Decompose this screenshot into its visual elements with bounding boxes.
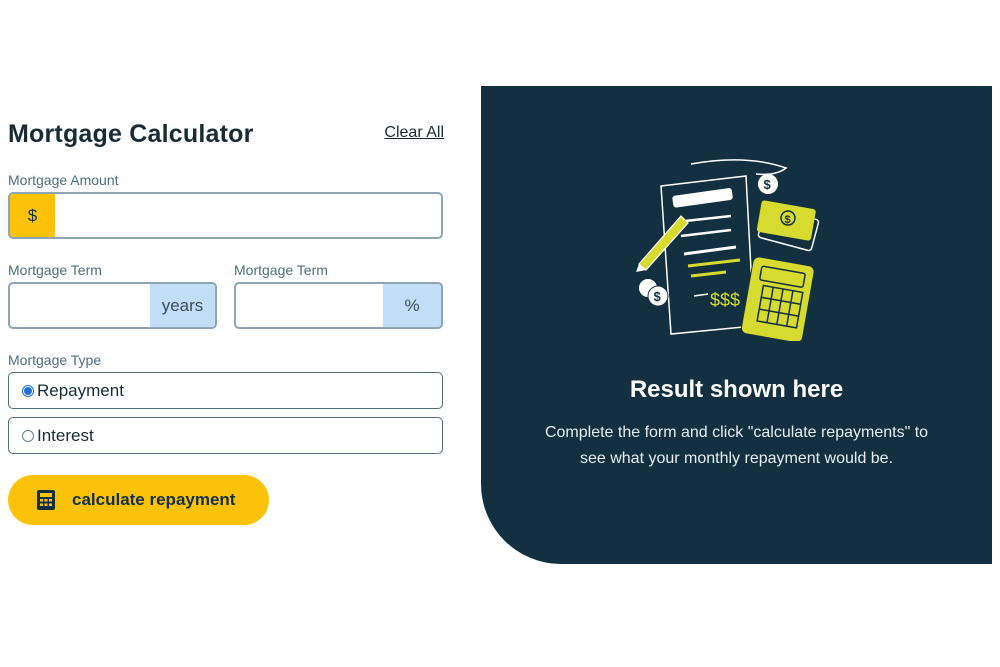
mortgage-form: Mortgage Calculator Clear All Mortgage A… (8, 86, 444, 564)
years-suffix: years (150, 284, 215, 327)
clear-all-link[interactable]: Clear All (384, 124, 444, 142)
calculate-repayment-label: calculate repayment (72, 490, 236, 509)
mortgage-amount-field: $ (8, 192, 443, 239)
radio-option-repayment[interactable]: Repayment (8, 372, 443, 409)
mortgage-term-label: Mortgage Term (8, 262, 102, 278)
currency-prefix: $ (10, 194, 55, 237)
illustration-dollars-text: $$$ (710, 290, 740, 310)
svg-text:$: $ (785, 214, 791, 226)
mortgage-amount-input[interactable] (55, 194, 441, 237)
interest-rate-field: % (234, 282, 443, 329)
calculator-icon (37, 490, 55, 510)
radio-button-interest[interactable] (22, 429, 34, 442)
mortgage-amount-label: Mortgage Amount (8, 172, 119, 188)
results-panel: $$$ $ $ $ Result shown here Complete the… (481, 86, 992, 564)
result-description: Complete the form and click "calculate r… (544, 424, 929, 467)
result-title: Result shown here (629, 376, 844, 403)
svg-text:$: $ (764, 177, 772, 192)
mortgage-type-label: Mortgage Type (8, 352, 102, 368)
radio-label-interest: Interest (37, 425, 94, 445)
calculator-document-illustration: $$$ $ $ $ (636, 159, 820, 341)
interest-rate-input[interactable] (236, 284, 383, 327)
radio-label-repayment: Repayment (37, 380, 124, 400)
page-title: Mortgage Calculator (8, 120, 254, 148)
interest-rate-label: Mortgage Term (234, 262, 328, 278)
radio-button-repayment[interactable] (22, 384, 34, 397)
mortgage-term-field: years (8, 282, 217, 329)
radio-option-interest[interactable]: Interest (8, 417, 443, 454)
mortgage-term-input[interactable] (10, 284, 150, 327)
calculate-repayment-button[interactable]: calculate repayment (8, 475, 269, 525)
percent-suffix: % (383, 284, 441, 327)
svg-text:$: $ (654, 289, 662, 304)
